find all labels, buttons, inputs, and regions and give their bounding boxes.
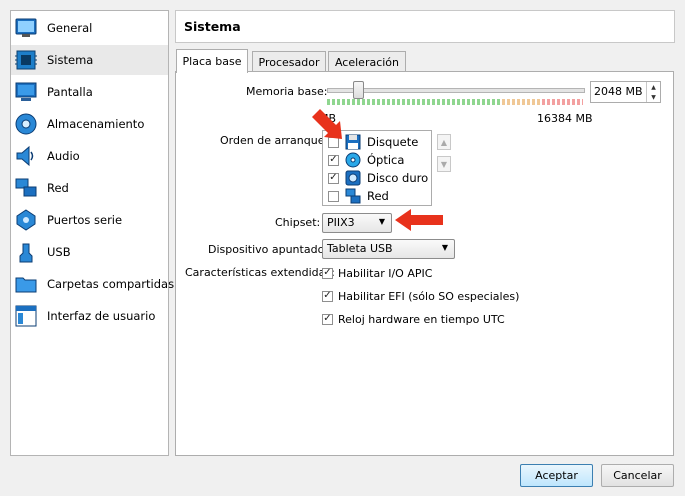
- network-icon: [15, 177, 37, 199]
- page-header: Sistema: [175, 10, 675, 43]
- tab-panel: [175, 71, 674, 456]
- ext-utc-clock[interactable]: ✓ Reloj hardware en tiempo UTC: [322, 311, 505, 327]
- chipset-value: PIIX3: [327, 216, 355, 229]
- sidebar-item-label: Puertos serie: [47, 213, 123, 227]
- usb-icon: [15, 241, 37, 263]
- sidebar-item-audio[interactable]: Audio: [11, 141, 168, 171]
- pointing-device-select[interactable]: Tableta USB ▼: [322, 239, 455, 259]
- sidebar-item-general[interactable]: General: [11, 13, 168, 43]
- sidebar-item-almacenamiento[interactable]: Almacenamiento: [11, 109, 168, 139]
- network-boot-icon: [345, 188, 361, 204]
- shared-folders-icon: [15, 273, 37, 295]
- ok-button[interactable]: Aceptar: [520, 464, 593, 487]
- memory-slider-scale: [327, 99, 583, 105]
- sidebar-item-label: Carpetas compartidas: [47, 277, 175, 291]
- boot-item-red[interactable]: Red: [323, 187, 431, 205]
- memory-slider[interactable]: [327, 88, 585, 93]
- chipset-label: Chipset:: [275, 216, 321, 229]
- sidebar-item-label: Sistema: [47, 53, 94, 67]
- storage-icon: [15, 113, 37, 135]
- audio-icon: [15, 145, 37, 167]
- page-title: Sistema: [184, 19, 241, 34]
- boot-item-label: Disco duro: [367, 171, 429, 185]
- boot-item-label: Óptica: [367, 153, 405, 167]
- extended-features-label: Características extendidas:: [185, 266, 335, 279]
- sidebar-item-label: Interfaz de usuario: [47, 309, 156, 323]
- ext-io-apic[interactable]: ✓ Habilitar I/O APIC: [322, 265, 432, 281]
- boot-checkbox[interactable]: ✓: [328, 154, 339, 166]
- spin-down-icon[interactable]: ▼: [647, 92, 660, 102]
- optical-disc-icon: [345, 152, 361, 168]
- boot-checkbox[interactable]: [328, 190, 339, 202]
- chipset-select[interactable]: PIIX3 ▼: [322, 213, 392, 233]
- hard-disk-icon: [345, 170, 361, 186]
- user-interface-icon: [15, 305, 37, 327]
- boot-item-label: Red: [367, 189, 389, 203]
- chevron-down-icon: ▼: [378, 217, 385, 226]
- pointing-device-label: Dispositivo apuntador:: [208, 243, 333, 256]
- sidebar-item-label: Pantalla: [47, 85, 93, 99]
- utc-clock-checkbox[interactable]: ✓: [322, 313, 333, 325]
- system-icon: [15, 49, 37, 71]
- general-icon: [15, 17, 37, 39]
- boot-item-label: Disquete: [367, 135, 419, 149]
- pointing-device-value: Tableta USB: [327, 242, 393, 255]
- annotation-arrow-icon: [395, 209, 443, 231]
- sidebar-item-usb[interactable]: USB: [11, 237, 168, 267]
- sidebar-item-pantalla[interactable]: Pantalla: [11, 77, 168, 107]
- io-apic-label: Habilitar I/O APIC: [338, 266, 433, 280]
- arrow-down-icon: ▼: [440, 159, 448, 169]
- sidebar-item-label: Red: [47, 181, 69, 195]
- sidebar-item-red[interactable]: Red: [11, 173, 168, 203]
- serial-ports-icon: [15, 209, 37, 231]
- sidebar-item-carpetas-compartidas[interactable]: Carpetas compartidas: [11, 269, 174, 299]
- sidebar-item-sistema[interactable]: Sistema: [11, 45, 168, 75]
- sidebar-item-label: Audio: [47, 149, 80, 163]
- move-up-button[interactable]: ▲: [437, 134, 451, 150]
- efi-label: Habilitar EFI (sólo SO especiales): [338, 289, 520, 303]
- boot-item-optica[interactable]: ✓ Óptica: [323, 151, 431, 169]
- annotation-arrow-icon: [312, 109, 342, 139]
- sidebar-item-interfaz-de-usuario[interactable]: Interfaz de usuario: [11, 301, 168, 331]
- move-down-button[interactable]: ▼: [437, 156, 451, 172]
- spin-up-icon[interactable]: ▲: [647, 82, 660, 92]
- memory-spinbox[interactable]: 2048 MB ▲ ▼: [590, 81, 661, 103]
- memory-value: 2048 MB: [594, 85, 643, 98]
- chevron-down-icon: ▼: [441, 243, 448, 252]
- memory-slider-handle[interactable]: [353, 81, 364, 99]
- tab-procesador[interactable]: Procesador: [252, 51, 326, 72]
- efi-checkbox[interactable]: ✓: [322, 290, 333, 302]
- sidebar-item-label: Almacenamiento: [47, 117, 145, 131]
- utc-clock-label: Reloj hardware en tiempo UTC: [338, 312, 505, 326]
- sidebar-item-puertos-serie[interactable]: Puertos serie: [11, 205, 168, 235]
- arrow-up-icon: ▲: [440, 137, 448, 147]
- display-icon: [15, 81, 37, 103]
- memory-label: Memoria base:: [246, 85, 328, 98]
- boot-checkbox[interactable]: ✓: [328, 172, 339, 184]
- memory-max-label: 16384 MB: [537, 112, 593, 125]
- io-apic-checkbox[interactable]: ✓: [322, 267, 333, 279]
- boot-item-disco-duro[interactable]: ✓ Disco duro: [323, 169, 431, 187]
- sidebar-item-label: USB: [47, 245, 71, 259]
- settings-sidebar: General Sistema Pantalla Almacenamiento …: [10, 10, 174, 456]
- tab-aceleracion[interactable]: Aceleración: [328, 51, 406, 72]
- sidebar-item-label: General: [47, 21, 93, 35]
- cancel-button[interactable]: Cancelar: [601, 464, 674, 487]
- ext-efi[interactable]: ✓ Habilitar EFI (sólo SO especiales): [322, 288, 519, 304]
- tab-placa-base[interactable]: Placa base: [176, 49, 248, 73]
